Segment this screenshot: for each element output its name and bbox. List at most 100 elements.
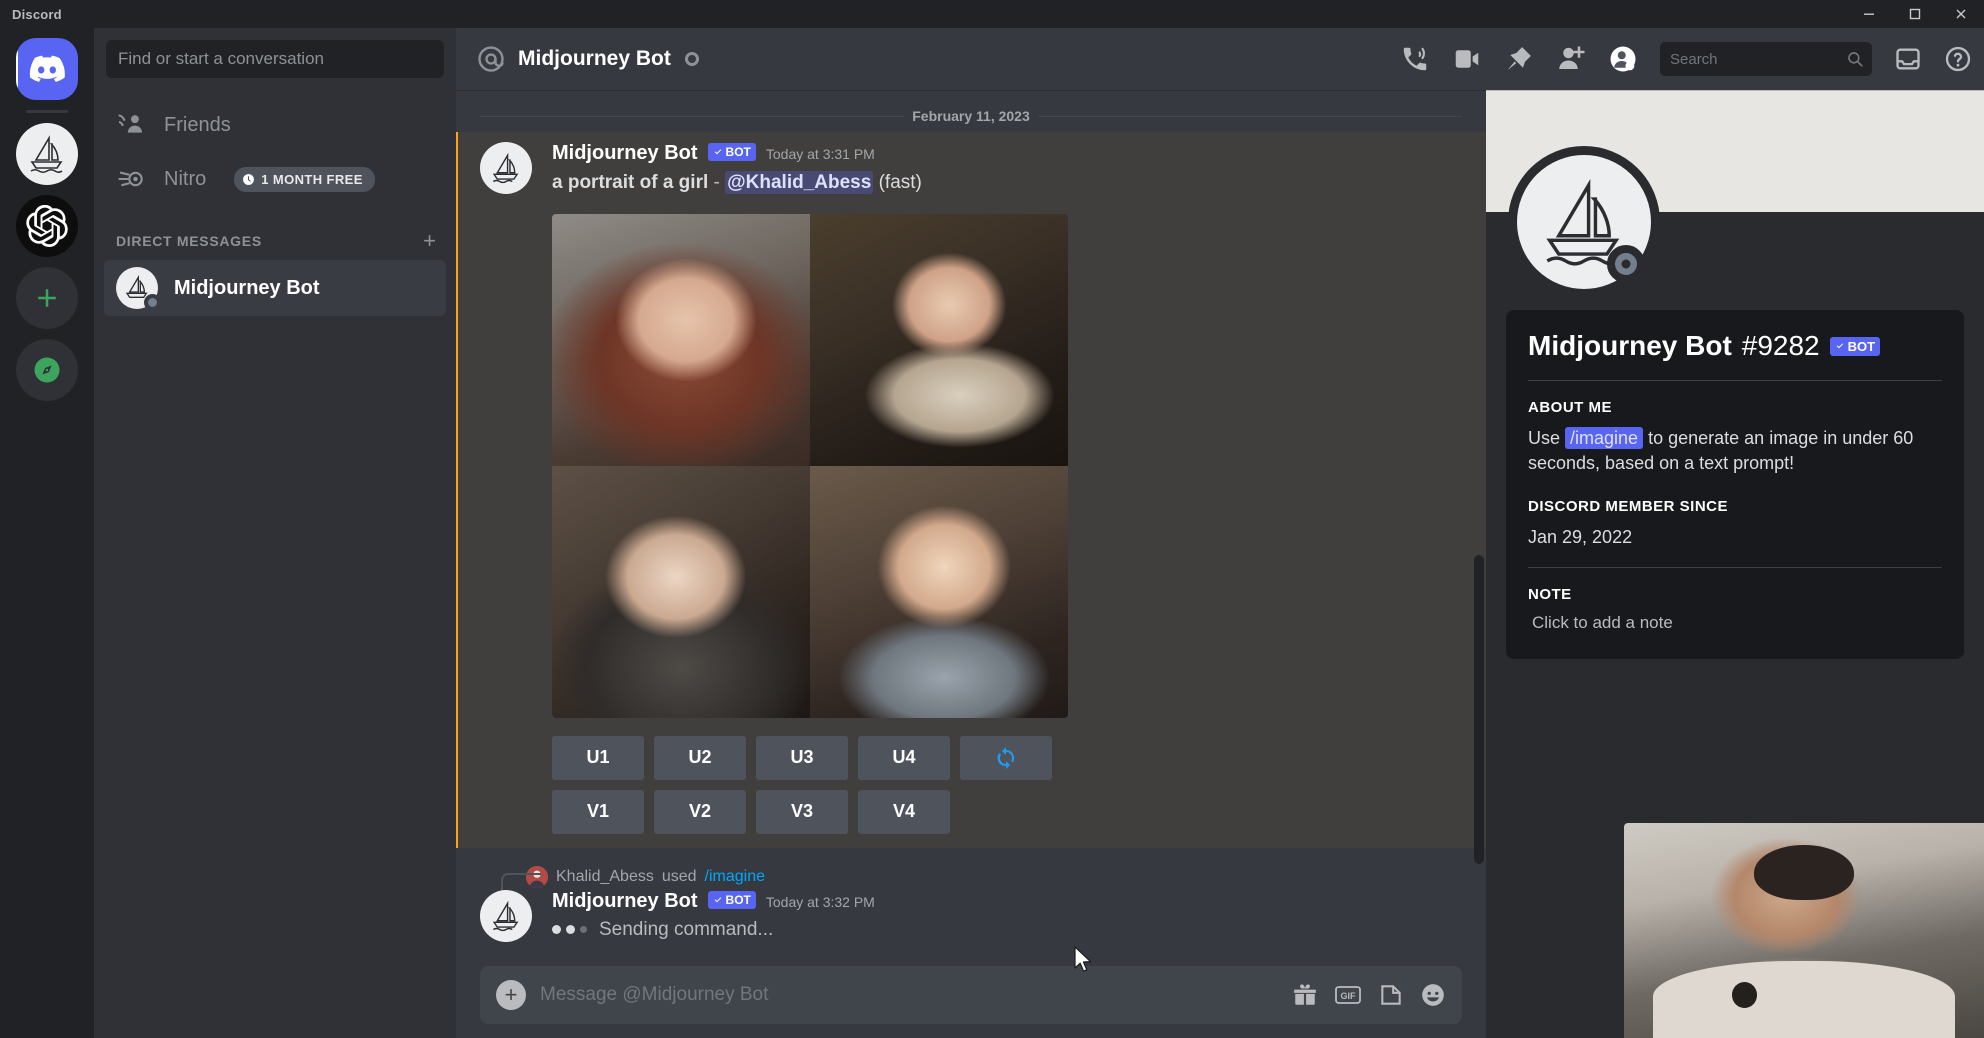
variation-button-v1[interactable]: V1 (552, 790, 644, 834)
avatar[interactable] (480, 142, 532, 194)
webcam-microphone (1732, 982, 1757, 1008)
user-avatar-icon (526, 866, 548, 888)
pin-icon[interactable] (1504, 44, 1534, 74)
status-badge: BOT (708, 891, 756, 909)
nitro-promo-badge: 1 MONTH FREE (234, 167, 375, 192)
search-input-placeholder: Search (1670, 51, 1718, 68)
avatar[interactable] (1508, 146, 1660, 298)
status-badge: BOT (1830, 337, 1880, 356)
verified-check-icon (713, 895, 723, 905)
direct-messages-title: DIRECT MESSAGES (116, 233, 262, 249)
member-since-value: Jan 29, 2022 (1528, 525, 1942, 550)
variation-button-v4[interactable]: V4 (858, 790, 950, 834)
video-call-icon[interactable] (1452, 44, 1482, 74)
bot-tag-label: BOT (1848, 339, 1875, 354)
direct-messages-section-header: DIRECT MESSAGES + (94, 206, 456, 260)
variation-button-v3[interactable]: V3 (756, 790, 848, 834)
prompt-text: a portrait of a girl (552, 172, 708, 193)
refresh-icon (994, 746, 1018, 770)
upscale-button-u4[interactable]: U4 (858, 736, 950, 780)
sidebar-item-friends[interactable]: Friends (106, 98, 444, 152)
user-mention[interactable]: @Khalid_Abess (725, 171, 873, 194)
attach-file-button[interactable]: + (496, 980, 526, 1010)
create-dm-button[interactable]: + (423, 230, 436, 252)
minimize-button[interactable] (1846, 0, 1892, 28)
sidebar-item-discord-home[interactable] (16, 38, 78, 100)
message-scrollbar[interactable] (1474, 150, 1484, 886)
member-since-heading: DISCORD MEMBER SINCE (1528, 498, 1942, 515)
sticker-icon[interactable] (1378, 982, 1404, 1008)
generated-image-1[interactable] (552, 214, 810, 466)
generated-image-4[interactable] (810, 466, 1068, 718)
webcam-hoodie (1653, 961, 1955, 1038)
message-body: Midjourney Bot BOT Today at 3:32 PM (552, 890, 1462, 942)
upscale-button-u1[interactable]: U1 (552, 736, 644, 780)
message-author[interactable]: Midjourney Bot (552, 890, 698, 913)
user-profile-panel: Midjourney Bot#9282 BOT ABOUT ME Use (1486, 90, 1984, 1038)
sidebar-item-nitro[interactable]: Nitro 1 MONTH FREE (106, 152, 444, 206)
generated-image-grid[interactable] (552, 214, 1068, 718)
message-midjourney-result: Midjourney Bot BOT Today at 3:31 PM a po… (456, 132, 1486, 848)
sidebar-item-openai-server[interactable] (16, 195, 78, 257)
user-profile-icon[interactable] (1608, 44, 1638, 74)
interaction-command[interactable]: /imagine (705, 868, 765, 886)
emoji-icon[interactable] (1420, 982, 1446, 1008)
date-divider-label: February 11, 2023 (904, 108, 1038, 124)
dm-item-midjourney-bot[interactable]: Midjourney Bot (104, 260, 446, 316)
close-button[interactable] (1938, 0, 1984, 28)
avatar[interactable] (480, 890, 532, 942)
add-friend-icon[interactable] (1556, 44, 1586, 74)
clock-icon (242, 173, 255, 186)
sidebar-item-midjourney-server[interactable] (16, 123, 78, 185)
dm-nav: Friends Nitro 1 MONTH FREE (94, 88, 456, 206)
message-input[interactable]: Message @Midjourney Bot (540, 984, 1278, 1006)
dm-sidebar: Find or start a conversation Friends (94, 28, 456, 1038)
svg-text:GIF: GIF (1341, 991, 1357, 1001)
channel-header: Midjourney Bot (456, 28, 1984, 90)
upscale-button-u3[interactable]: U3 (756, 736, 848, 780)
app-title: Discord (0, 7, 62, 22)
sailboat-icon (487, 897, 525, 935)
interaction-username[interactable]: Khalid_Abess (556, 868, 654, 886)
scrollbar-thumb[interactable] (1474, 555, 1484, 864)
variation-button-v2[interactable]: V2 (654, 790, 746, 834)
message-author[interactable]: Midjourney Bot (552, 142, 698, 165)
status-badge: BOT (708, 143, 756, 161)
generated-image-3[interactable] (552, 466, 810, 718)
midjourney-action-buttons: U1 U2 U3 U4 (552, 736, 1462, 834)
message-timestamp: Today at 3:31 PM (766, 146, 875, 162)
gift-icon[interactable] (1292, 982, 1318, 1008)
profile-name: Midjourney Bot (1528, 330, 1732, 362)
sidebar-item-explore-servers[interactable] (16, 339, 78, 401)
help-icon[interactable] (1944, 45, 1972, 73)
sidebar-item-add-server[interactable] (16, 267, 78, 329)
composer-inner[interactable]: + Message @Midjourney Bot GIF (480, 966, 1462, 1024)
note-input[interactable]: Click to add a note (1528, 613, 1942, 633)
message-body: Midjourney Bot BOT Today at 3:31 PM a po… (552, 142, 1462, 844)
generation-mode: (fast) (879, 172, 922, 193)
inbox-icon[interactable] (1894, 45, 1922, 73)
discord-window: Discord (0, 0, 1984, 1038)
openai-icon (26, 205, 68, 247)
sidebar-item-friends-label: Friends (164, 114, 231, 137)
webcam-hair (1754, 845, 1855, 901)
dm-list: Midjourney Bot (94, 260, 456, 316)
maximize-button[interactable] (1892, 0, 1938, 28)
message-scroller[interactable]: February 11, 2023 (456, 90, 1486, 966)
voice-call-icon[interactable] (1400, 44, 1430, 74)
plus-icon (32, 283, 62, 313)
friends-icon (118, 111, 146, 139)
at-icon (476, 44, 506, 74)
interaction-reply-line: Khalid_Abess used /imagine (456, 860, 1486, 888)
generated-image-2[interactable] (810, 214, 1068, 466)
upscale-button-u2[interactable]: U2 (654, 736, 746, 780)
conversation-search-input[interactable]: Find or start a conversation (106, 40, 444, 78)
title-bar: Discord (0, 0, 1984, 28)
reroll-button[interactable] (960, 736, 1052, 780)
gif-icon[interactable]: GIF (1334, 982, 1362, 1008)
nitro-promo-badge-label: 1 MONTH FREE (261, 172, 363, 187)
rail-divider (26, 110, 68, 113)
sailboat-icon (487, 149, 525, 187)
search-input[interactable]: Search (1660, 42, 1872, 76)
upscale-button-row: U1 U2 U3 U4 (552, 736, 1462, 780)
